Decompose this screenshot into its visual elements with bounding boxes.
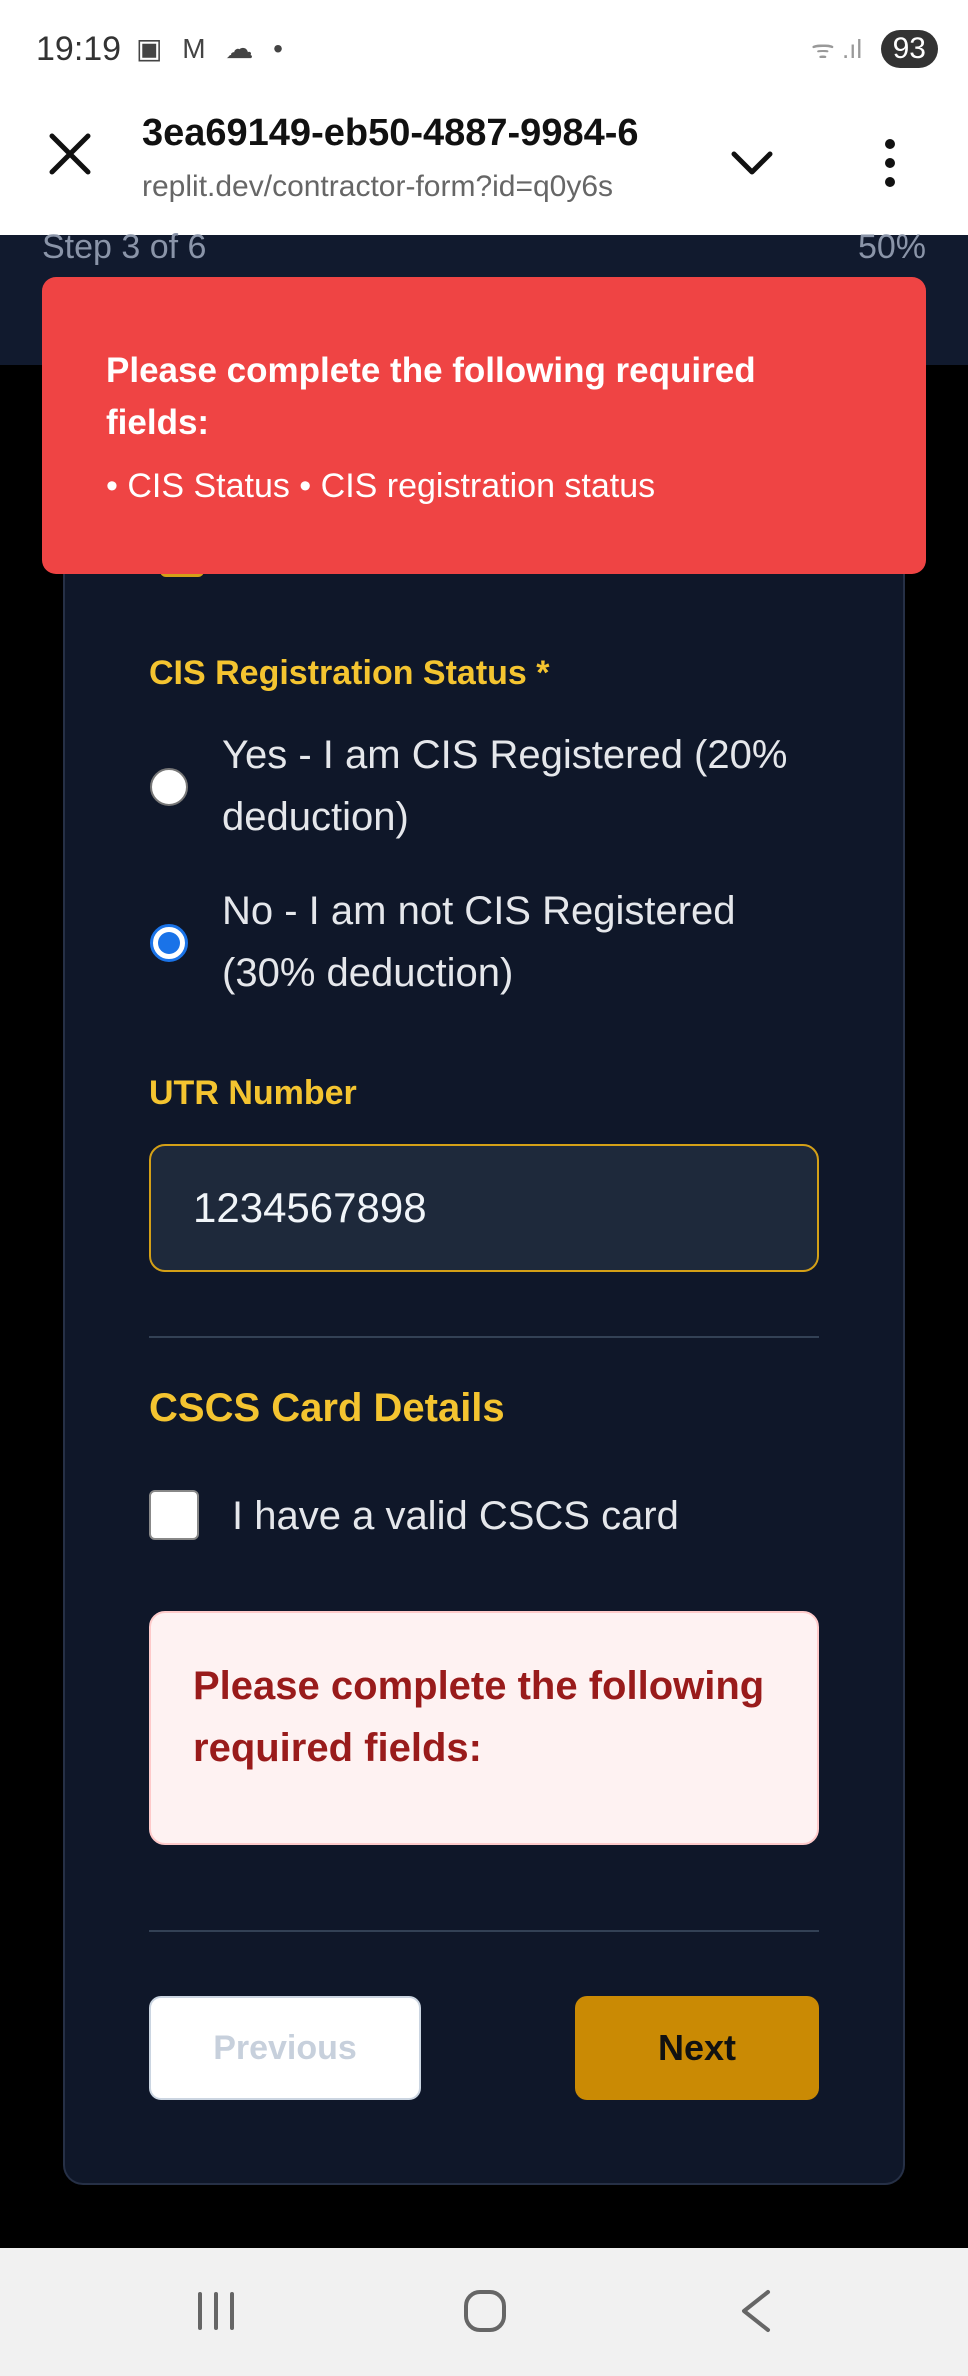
utr-label: UTR Number bbox=[149, 1074, 357, 1112]
home-icon[interactable] bbox=[462, 2288, 508, 2334]
next-button[interactable]: Next bbox=[575, 1996, 819, 2100]
error-summary-box: Please complete the following required f… bbox=[149, 1611, 819, 1845]
error-toast[interactable]: Please complete the following required f… bbox=[42, 277, 926, 574]
more-vertical-icon[interactable] bbox=[880, 138, 900, 188]
recent-apps-icon[interactable] bbox=[194, 2290, 238, 2332]
toast-title: Please complete the following required f… bbox=[106, 351, 756, 442]
close-icon[interactable] bbox=[46, 130, 94, 178]
cis-yes-label[interactable]: Yes - I am CIS Registered (20% deduction… bbox=[222, 724, 822, 848]
cscs-checkbox[interactable] bbox=[149, 1490, 199, 1540]
page-title[interactable]: 3ea69149-eb50-4887-9984-6 bbox=[142, 112, 682, 155]
status-time: 19:19 bbox=[36, 30, 122, 68]
cscs-checkbox-label[interactable]: I have a valid CSCS card bbox=[232, 1490, 679, 1542]
step-indicator: Step 3 of 6 bbox=[42, 228, 207, 266]
divider bbox=[149, 1930, 819, 1932]
previous-button[interactable]: Previous bbox=[149, 1996, 421, 2100]
url-text[interactable]: replit.dev/contractor-form?id=q0y6s bbox=[142, 170, 682, 204]
cscs-heading: CSCS Card Details bbox=[149, 1386, 505, 1430]
chevron-down-icon[interactable] bbox=[730, 142, 774, 186]
toast-detail: • CIS Status • CIS registration status bbox=[106, 467, 656, 505]
signal-icon: ᯤ .ıl bbox=[810, 34, 863, 64]
notification-icons: ▣ M ☁ • bbox=[136, 33, 289, 64]
battery-indicator: 93 bbox=[880, 30, 938, 68]
progress-percent: 50% bbox=[857, 228, 926, 266]
back-icon[interactable] bbox=[736, 2288, 776, 2334]
utr-input[interactable] bbox=[149, 1144, 819, 1272]
status-right: ᯤ .ıl 93 bbox=[811, 30, 938, 68]
cis-registration-label: CIS Registration Status * bbox=[149, 654, 550, 692]
error-summary-text: Please complete the following required f… bbox=[193, 1664, 765, 1770]
cis-no-radio[interactable] bbox=[150, 924, 188, 962]
divider bbox=[149, 1336, 819, 1338]
cis-yes-radio[interactable] bbox=[150, 768, 188, 806]
cis-no-label[interactable]: No - I am not CIS Registered (30% deduct… bbox=[222, 880, 822, 1004]
